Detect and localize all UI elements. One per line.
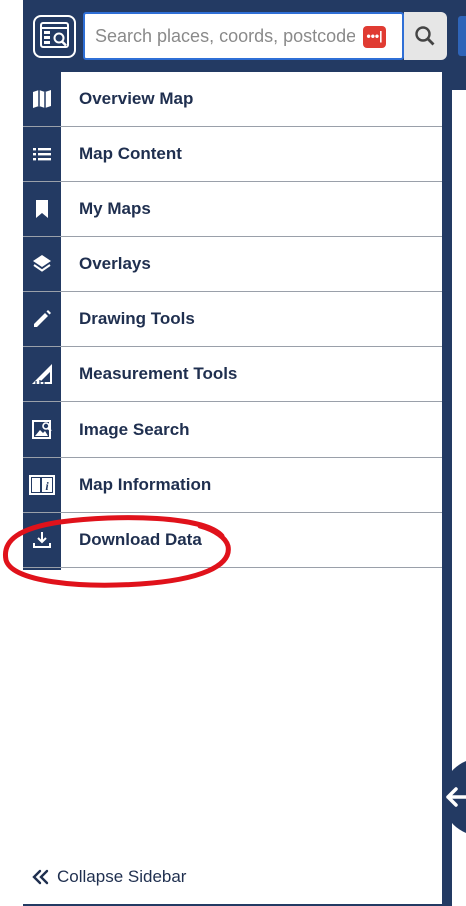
menu-item-overlays[interactable]: Overlays — [23, 237, 442, 292]
menu-item-map-information[interactable]: i Map Information — [23, 458, 442, 513]
menu-item-map-content[interactable]: Map Content — [23, 127, 442, 182]
search-icon — [415, 26, 435, 46]
menu-item-label: Overview Map — [79, 89, 194, 108]
menu-item-my-maps[interactable]: My Maps — [23, 182, 442, 237]
app-logo-icon[interactable] — [33, 15, 76, 58]
menu-item-overview-map[interactable]: Overview Map — [23, 72, 442, 127]
menu-item-download-data[interactable]: Download Data — [23, 513, 442, 568]
list-icon — [23, 127, 61, 181]
arrow-left-icon — [446, 787, 466, 807]
menu-item-image-search[interactable]: Image Search — [23, 403, 442, 458]
image-search-icon — [23, 403, 61, 457]
menu-item-label: Map Information — [79, 475, 212, 494]
search-button[interactable] — [404, 12, 447, 60]
password-manager-badge[interactable]: •••| — [363, 26, 386, 48]
map-icon — [23, 72, 61, 126]
ruler-triangle-icon — [23, 347, 61, 401]
bookmark-icon — [23, 182, 61, 236]
menu-item-label: Measurement Tools — [79, 364, 238, 383]
collapse-sidebar-button[interactable]: Collapse Sidebar — [30, 862, 186, 892]
menu-item-label: Overlays — [79, 254, 151, 273]
menu-item-label: Image Search — [79, 420, 190, 439]
double-chevron-left-icon — [32, 869, 49, 885]
search-input[interactable] — [95, 14, 355, 58]
search-box: •••| — [83, 12, 404, 60]
menu-item-label: Drawing Tools — [79, 309, 195, 328]
pencil-icon — [23, 292, 61, 346]
menu-item-label: Download Data — [79, 530, 202, 549]
menu-item-label: My Maps — [79, 199, 151, 218]
collapse-sidebar-label: Collapse Sidebar — [57, 867, 187, 886]
menu-item-drawing-tools[interactable]: Drawing Tools — [23, 292, 442, 347]
layers-icon — [23, 237, 61, 291]
menu-item-measurement-tools[interactable]: Measurement Tools — [23, 347, 442, 402]
info-icon: i — [23, 458, 61, 512]
toolbar-button-partial[interactable] — [458, 16, 466, 56]
menu-item-label: Map Content — [79, 144, 182, 163]
download-icon — [23, 513, 61, 567]
expand-panel-tab[interactable] — [442, 758, 466, 836]
